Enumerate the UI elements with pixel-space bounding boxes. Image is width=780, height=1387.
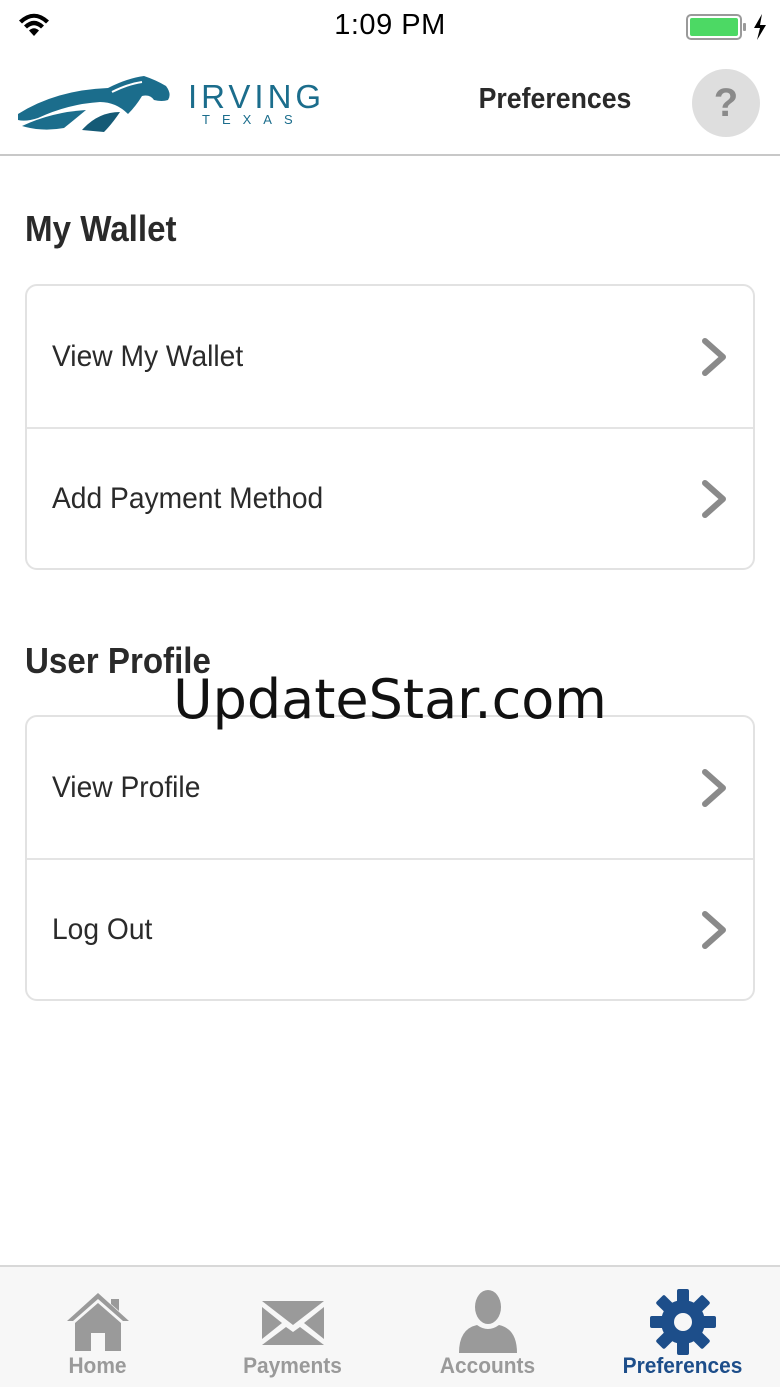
chevron-right-icon <box>702 479 726 518</box>
app-header: IRVING TEXAS Preferences ? <box>0 52 780 156</box>
list-item-label: Log Out <box>52 912 153 946</box>
user-icon <box>458 1290 517 1353</box>
tab-label: Payments <box>243 1353 342 1378</box>
watermark-text: UpdateStar.com <box>173 668 607 731</box>
status-bar: 1:09 PM <box>0 0 780 52</box>
envelope-icon <box>261 1301 324 1345</box>
chevron-right-icon <box>702 768 726 807</box>
list-item-log-out[interactable]: Log Out <box>27 858 753 999</box>
logo-subtitle: TEXAS <box>202 112 305 127</box>
gear-icon <box>649 1289 716 1355</box>
tab-payments[interactable]: Payments <box>195 1267 390 1387</box>
logo-wordmark: IRVING <box>188 78 326 115</box>
battery-charging-icon <box>686 14 766 40</box>
horse-logo-icon <box>18 76 170 132</box>
list-item-label: View Profile <box>52 770 201 804</box>
home-icon <box>66 1293 129 1351</box>
tab-label: Preferences <box>622 1353 743 1378</box>
tab-accounts[interactable]: Accounts <box>390 1267 585 1387</box>
tab-label: Home <box>68 1353 127 1378</box>
list-item-view-my-wallet[interactable]: View My Wallet <box>27 286 753 427</box>
tab-bar: Home Payments Accounts Preferences <box>0 1265 780 1387</box>
list-item-view-profile[interactable]: View Profile <box>27 717 753 858</box>
chevron-right-icon <box>702 337 726 376</box>
profile-card: View Profile Log Out <box>25 715 755 1001</box>
list-item-label: View My Wallet <box>52 339 244 373</box>
tab-preferences[interactable]: Preferences <box>585 1267 780 1387</box>
list-item-add-payment-method[interactable]: Add Payment Method <box>27 427 753 568</box>
list-item-label: Add Payment Method <box>52 481 324 515</box>
help-button[interactable]: ? <box>692 69 760 137</box>
tab-home[interactable]: Home <box>0 1267 195 1387</box>
question-mark-icon: ? <box>713 81 739 125</box>
tab-label: Accounts <box>439 1353 536 1378</box>
irving-logo[interactable]: IRVING TEXAS <box>16 72 326 134</box>
status-time: 1:09 PM <box>334 9 446 41</box>
chevron-right-icon <box>702 910 726 949</box>
section-title-my-wallet: My Wallet <box>25 208 177 249</box>
wallet-card: View My Wallet Add Payment Method <box>25 284 755 570</box>
page-title: Preferences <box>478 83 632 115</box>
